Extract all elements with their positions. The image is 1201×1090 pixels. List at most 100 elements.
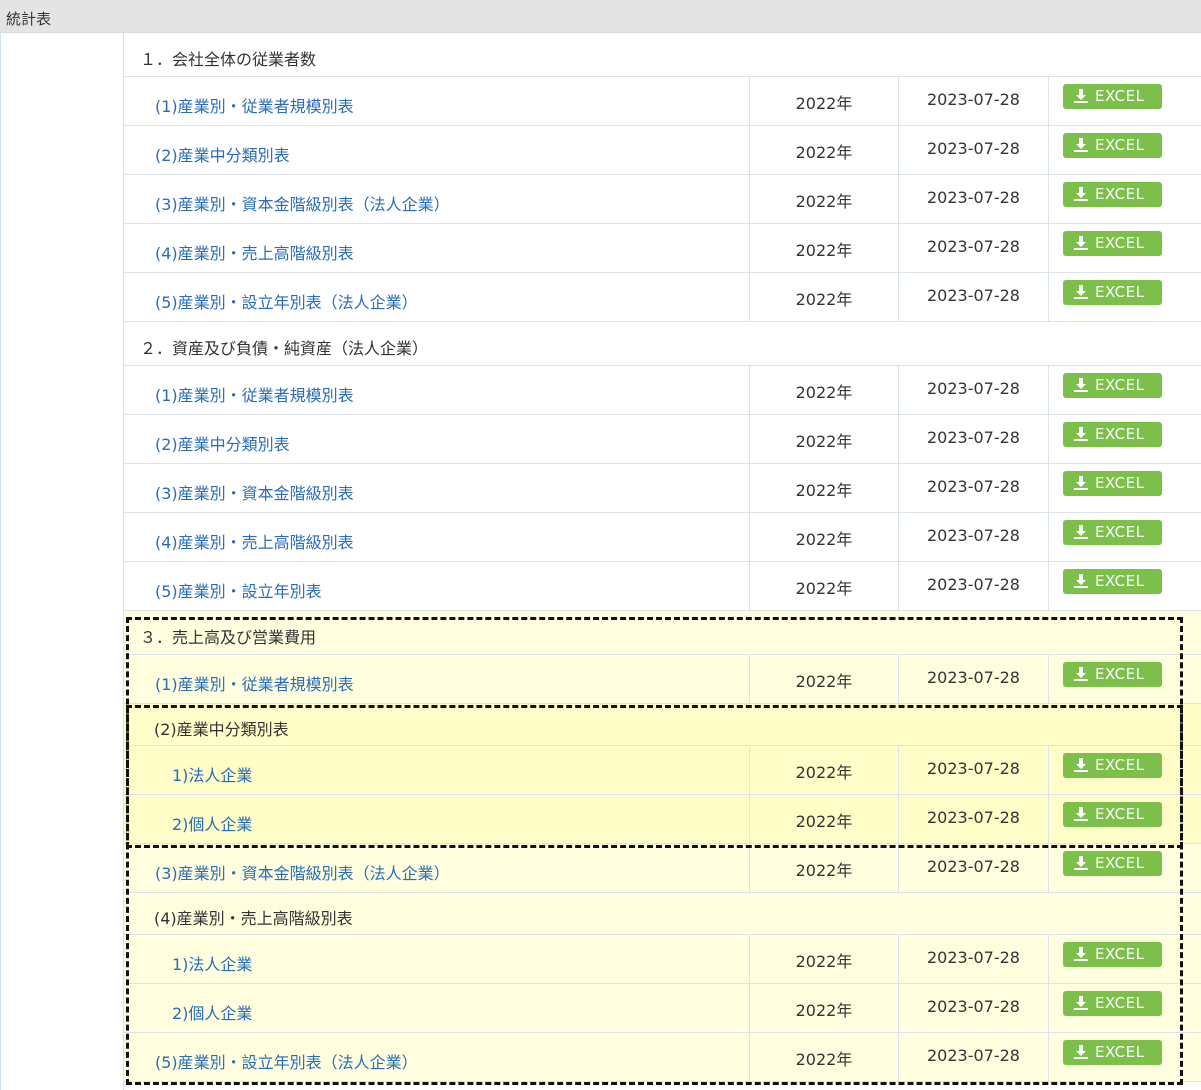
excel-label: EXCEL [1095,994,1145,1012]
table-row: (5)産業別・設立年別表 2022年 2023-07-28 EXCEL [124,562,1201,611]
excel-label: EXCEL [1095,572,1145,590]
download-icon [1074,574,1088,588]
excel-label: EXCEL [1095,185,1145,203]
table-link[interactable]: (3)産業別・資本金階級別表（法人企業） [155,191,450,215]
date-cell: 2023-07-28 [927,759,1020,778]
download-icon [1074,996,1088,1010]
table-row: (1)産業別・従業者規模別表 2022年 2023-07-28 EXCEL [124,366,1201,415]
download-icon [1074,525,1088,539]
excel-download-button[interactable]: EXCEL [1063,942,1162,967]
excel-label: EXCEL [1095,756,1145,774]
section-title: １．会社全体の従業者数 [140,50,317,69]
date-cell: 2023-07-28 [927,286,1020,305]
excel-download-button[interactable]: EXCEL [1063,84,1162,109]
table-link[interactable]: (4)産業別・売上高階級別表 [155,240,354,264]
year-cell: 2022年 [795,481,853,500]
year-cell: 2022年 [795,290,853,309]
table-link[interactable]: (2)産業中分類別表 [155,142,290,166]
table-link[interactable]: 1)法人企業 [172,951,252,975]
table-link[interactable]: 2)個人企業 [172,811,252,835]
subgroup-header: (2)産業中分類別表 [124,704,1201,746]
table-link[interactable]: (2)産業中分類別表 [155,431,290,455]
excel-download-button[interactable]: EXCEL [1063,280,1162,305]
excel-download-button[interactable]: EXCEL [1063,991,1162,1016]
excel-label: EXCEL [1095,1043,1145,1061]
year-cell: 2022年 [795,1001,853,1020]
date-cell: 2023-07-28 [927,237,1020,256]
date-cell: 2023-07-28 [927,668,1020,687]
download-icon [1074,476,1088,490]
table-row: (1)産業別・従業者規模別表 2022年 2023-07-28 EXCEL [124,77,1201,126]
table-row: 2)個人企業 2022年 2023-07-28 EXCEL [124,795,1201,844]
date-cell: 2023-07-28 [927,379,1020,398]
date-cell: 2023-07-28 [927,857,1020,876]
download-icon [1074,378,1088,392]
excel-download-button[interactable]: EXCEL [1063,1040,1162,1065]
download-icon [1074,427,1088,441]
year-cell: 2022年 [795,579,853,598]
date-cell: 2023-07-28 [927,808,1020,827]
year-cell: 2022年 [795,861,853,880]
excel-download-button[interactable]: EXCEL [1063,851,1162,876]
subgroup-title: (4)産業別・売上高階級別表 [154,909,353,928]
excel-download-button[interactable]: EXCEL [1063,182,1162,207]
excel-label: EXCEL [1095,425,1145,443]
table-link[interactable]: (5)産業別・設立年別表（法人企業） [155,1049,418,1073]
excel-label: EXCEL [1095,376,1145,394]
year-cell: 2022年 [795,763,853,782]
section-title: ３．売上高及び営業費用 [140,628,317,647]
table-link[interactable]: 1)法人企業 [172,762,252,786]
excel-label: EXCEL [1095,234,1145,252]
section-header: １．会社全体の従業者数 [124,33,1201,77]
table-row: 1)法人企業 2022年 2023-07-28 EXCEL [124,935,1201,984]
table-link[interactable]: (5)産業別・設立年別表（法人企業） [155,289,418,313]
year-cell: 2022年 [795,672,853,691]
excel-label: EXCEL [1095,523,1145,541]
excel-download-button[interactable]: EXCEL [1063,471,1162,496]
download-icon [1074,285,1088,299]
download-icon [1074,89,1088,103]
page-header: 統計表 [0,0,1201,33]
download-icon [1074,138,1088,152]
download-icon [1074,1045,1088,1059]
excel-download-button[interactable]: EXCEL [1063,753,1162,778]
date-cell: 2023-07-28 [927,139,1020,158]
date-cell: 2023-07-28 [927,477,1020,496]
year-cell: 2022年 [795,383,853,402]
date-cell: 2023-07-28 [927,997,1020,1016]
download-icon [1074,807,1088,821]
table-link[interactable]: (3)産業別・資本金階級別表 [155,480,354,504]
table-row: (3)産業別・資本金階級別表（法人企業） 2022年 2023-07-28 EX… [124,844,1201,893]
excel-download-button[interactable]: EXCEL [1063,520,1162,545]
excel-download-button[interactable]: EXCEL [1063,231,1162,256]
excel-download-button[interactable]: EXCEL [1063,422,1162,447]
table-link[interactable]: (1)産業別・従業者規模別表 [155,93,354,117]
table-link[interactable]: (3)産業別・資本金階級別表（法人企業） [155,860,450,884]
table-link[interactable]: (5)産業別・設立年別表 [155,578,322,602]
excel-download-button[interactable]: EXCEL [1063,133,1162,158]
subgroup-title: (2)産業中分類別表 [154,720,289,739]
table-link[interactable]: (4)産業別・売上高階級別表 [155,529,354,553]
excel-download-button[interactable]: EXCEL [1063,569,1162,594]
subgroup-header: (4)産業別・売上高階級別表 [124,893,1201,935]
date-cell: 2023-07-28 [927,428,1020,447]
date-cell: 2023-07-28 [927,188,1020,207]
excel-label: EXCEL [1095,87,1145,105]
year-cell: 2022年 [795,241,853,260]
download-icon [1074,947,1088,961]
table-row: (4)産業別・売上高階級別表 2022年 2023-07-28 EXCEL [124,513,1201,562]
page-title: 統計表 [6,10,52,28]
table-link[interactable]: (1)産業別・従業者規模別表 [155,382,354,406]
table-link[interactable]: (1)産業別・従業者規模別表 [155,671,354,695]
excel-download-button[interactable]: EXCEL [1063,662,1162,687]
date-cell: 2023-07-28 [927,526,1020,545]
year-cell: 2022年 [795,143,853,162]
table-row: 2)個人企業 2022年 2023-07-28 EXCEL [124,984,1201,1033]
table-link[interactable]: 2)個人企業 [172,1000,252,1024]
year-cell: 2022年 [795,192,853,211]
excel-download-button[interactable]: EXCEL [1063,373,1162,398]
stats-table: １．会社全体の従業者数 (1)産業別・従業者規模別表 2022年 2023-07… [124,33,1201,1082]
download-icon [1074,187,1088,201]
date-cell: 2023-07-28 [927,90,1020,109]
excel-download-button[interactable]: EXCEL [1063,802,1162,827]
